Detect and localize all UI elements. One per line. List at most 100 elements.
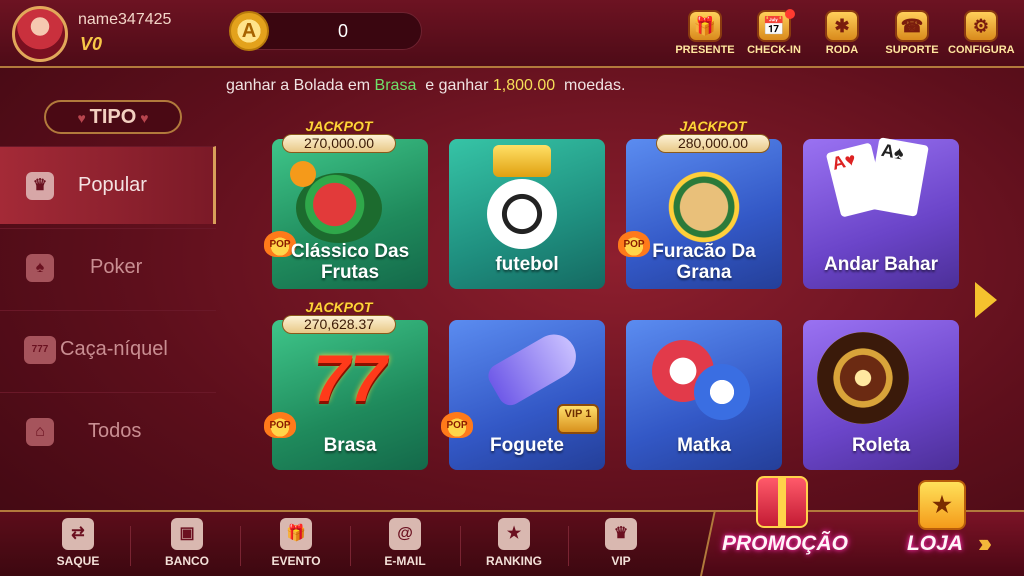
jackpot-label: JACKPOT	[679, 118, 747, 134]
jackpot-value: 280,000.00	[656, 134, 770, 153]
game-card-futebol[interactable]: futebol	[449, 139, 605, 289]
game-card-classico-das-frutas[interactable]: JACKPOT 270,000.00 POP Clássico Das Frut…	[264, 119, 428, 289]
banco-button[interactable]: ▣ BANCO	[152, 516, 222, 576]
crown-icon: ♛	[26, 171, 54, 200]
jackpot-label: JACKPOT	[305, 299, 373, 315]
marquee-amount: 1,800.00	[492, 77, 556, 94]
balance-display[interactable]: A 0	[229, 11, 422, 51]
suporte-label: SUPORTE	[885, 44, 939, 56]
safe-icon: ▣	[171, 518, 203, 550]
divider	[568, 526, 569, 566]
soccer-ball-icon	[487, 179, 557, 249]
jackpot-banner: JACKPOT 280,000.00	[654, 119, 772, 155]
sidebar-item-label: Todos	[88, 420, 142, 442]
vip-level: V0	[80, 34, 103, 54]
evento-button[interactable]: 🎁 EVENTO	[261, 516, 331, 576]
category-sidebar: ♥ TIPO ♥ ♛ Popular ♠ Poker 777 Caça-níqu…	[0, 90, 216, 510]
event-gift-icon: 🎁	[280, 518, 312, 550]
game-card-foguete[interactable]: VIP 1 POP Foguete	[441, 320, 605, 470]
sidebar-item-label: Popular	[78, 174, 147, 196]
notification-dot	[785, 9, 795, 19]
saque-button[interactable]: ⇄ SAQUE	[43, 516, 113, 576]
suporte-button[interactable]: ☎ SUPORTE	[879, 10, 945, 62]
sidebar-item-todos[interactable]: ⌂ Todos	[0, 392, 216, 470]
marquee-text-2: e ganhar	[416, 77, 493, 94]
chevron-right-icon: ›››	[978, 528, 992, 558]
promocao-label: PROMOÇÃO	[722, 532, 848, 555]
divider	[350, 526, 351, 566]
ranking-label: RANKING	[486, 554, 542, 568]
check-in-button[interactable]: 📅 CHECK-IN	[741, 9, 807, 62]
heart-icon: ♥	[136, 110, 149, 126]
orange-icon	[290, 161, 316, 187]
game-title: Matka	[677, 435, 731, 456]
gear-icon: ⚙	[964, 10, 998, 42]
game-card-roleta[interactable]: Roleta	[803, 320, 959, 470]
configura-label: CONFIGURA	[948, 44, 1015, 56]
marquee-text-3: moedas.	[555, 77, 626, 94]
support-icon: ☎	[895, 10, 929, 42]
heart-icon: ♥	[77, 110, 90, 126]
banco-label: BANCO	[165, 554, 209, 568]
sidebar-title-text: TIPO	[89, 106, 137, 128]
presente-button[interactable]: 🎁 PRESENTE	[672, 10, 738, 62]
jackpot-value: 270,000.00	[282, 134, 396, 153]
jackpot-banner: JACKPOT 270,628.37	[280, 300, 398, 336]
promo-gift-icon	[756, 476, 808, 528]
withdraw-icon: ⇄	[62, 518, 94, 550]
game-card-brasa[interactable]: 77 JACKPOT 270,628.37 POP Brasa	[264, 300, 428, 470]
sidebar-item-label: Caça-níquel	[60, 338, 168, 360]
cards-icon: ♠	[26, 253, 54, 282]
sidebar-item-caca-niquel[interactable]: 777 Caça-níquel	[0, 310, 216, 388]
loja-button[interactable]: ★ LOJA	[890, 474, 986, 570]
vip-label: VIP	[611, 554, 631, 568]
vip-badge: VIP 1	[557, 404, 599, 434]
shopping-bag-icon: ★	[918, 480, 966, 530]
sidebar-title: ♥ TIPO ♥	[44, 100, 182, 134]
game-card-furacao-da-grana[interactable]: JACKPOT 280,000.00 POP Furacão Da Grana	[618, 119, 782, 289]
playing-card-icon: A♠	[867, 137, 929, 217]
marquee-game: Brasa	[374, 77, 417, 94]
crown-icon	[493, 145, 551, 177]
home-icon: ⌂	[26, 417, 54, 446]
promocao-button[interactable]: PROMOÇÃO	[712, 474, 858, 570]
game-title: Foguete	[490, 435, 564, 456]
next-page-arrow-icon[interactable]	[975, 282, 997, 318]
gift-icon: 🎁	[688, 10, 722, 42]
vip-crown-icon: ♛	[605, 518, 637, 550]
balance-value: 0	[337, 21, 348, 41]
divider	[240, 526, 241, 566]
jackpot-label: JACKPOT	[305, 118, 373, 134]
sidebar-item-popular[interactable]: ♛ Popular	[0, 146, 216, 224]
sidebar-item-label: Poker	[90, 256, 143, 278]
game-card-andar-bahar[interactable]: A♥ A♠ Andar Bahar	[803, 137, 959, 289]
game-title: Andar Bahar	[823, 254, 939, 275]
poker-chip-icon	[694, 364, 750, 420]
evento-label: EVENTO	[271, 554, 321, 568]
wheel-icon: ✱	[825, 10, 859, 42]
game-title: Clássico Das Frutas	[290, 241, 410, 283]
divider	[130, 526, 131, 566]
trophy-icon: ★	[498, 518, 530, 550]
game-title: Brasa	[323, 435, 377, 456]
sidebar-item-poker[interactable]: ♠ Poker	[0, 228, 216, 306]
rocket-icon	[484, 326, 584, 410]
divider	[460, 526, 461, 566]
announcement-marquee: ganhar a Bolada em Brasa e ganhar 1,800.…	[226, 77, 625, 95]
game-card-matka[interactable]: Matka	[626, 320, 782, 470]
configura-button[interactable]: ⚙ CONFIGURA	[948, 10, 1015, 62]
marquee-text-1: ganhar a Bolada em	[226, 77, 375, 94]
vip-button[interactable]: ♛ VIP	[586, 516, 656, 576]
roda-label: RODA	[825, 44, 859, 56]
saque-label: SAQUE	[56, 554, 100, 568]
roulette-wheel-icon	[817, 332, 909, 424]
presente-label: PRESENTE	[675, 44, 735, 56]
email-button[interactable]: @ E-MAIL	[370, 516, 440, 576]
roda-button[interactable]: ✱ RODA	[809, 10, 875, 62]
email-label: E-MAIL	[384, 554, 426, 568]
ranking-button[interactable]: ★ RANKING	[479, 516, 549, 576]
lucky-sevens-icon: 77	[313, 341, 387, 415]
username: name347425	[78, 11, 172, 28]
avatar[interactable]	[12, 6, 68, 62]
game-title: Furacão Da Grana	[652, 241, 756, 283]
